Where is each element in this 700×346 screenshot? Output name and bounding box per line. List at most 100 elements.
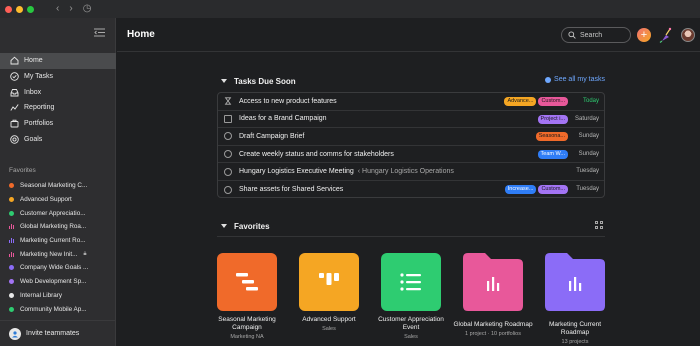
favorite-card[interactable]: Advanced Support Sales — [299, 253, 359, 332]
task-tags: Increase... Custom... — [504, 184, 568, 194]
minimize-window-button[interactable] — [16, 5, 23, 13]
project-tag[interactable]: Advance... — [504, 97, 537, 106]
favorite-card[interactable]: Global Marketing Roadmap 1 project · 10 … — [453, 253, 533, 337]
favorite-label: Web Development Sp... — [20, 278, 87, 286]
project-tile[interactable] — [299, 253, 359, 311]
avatar[interactable] — [681, 28, 695, 42]
favorite-item[interactable]: Seasonal Marketing C... — [0, 179, 116, 193]
section-title: Tasks Due Soon — [234, 76, 296, 86]
project-color-dot-icon — [9, 306, 14, 312]
sidebar-item-label: My Tasks — [24, 73, 54, 81]
see-all-tasks-link[interactable]: See all my tasks — [545, 76, 605, 83]
favorite-item[interactable]: Customer Appreciatio... — [0, 206, 116, 220]
favorite-item[interactable]: Company Wide Goals ... — [0, 261, 116, 275]
task-tags: Seasona... — [535, 132, 568, 142]
favorite-item[interactable]: Marketing New Init... 🔒︎ — [0, 247, 116, 261]
app-window: ‹ › ◷ Home My Tasks Inbox Reporting Port… — [0, 0, 700, 346]
card-subtitle: 1 project · 10 portfolios — [465, 331, 521, 337]
card-title: Customer Appreciation Event — [378, 316, 444, 331]
favorite-item[interactable]: Marketing Current Ro... — [0, 234, 116, 248]
due-date: Today — [582, 98, 599, 104]
task-name: Ideas for a Brand Campaign — [239, 115, 327, 123]
see-all-label: See all my tasks — [554, 76, 605, 83]
complete-checkbox-icon[interactable] — [224, 167, 232, 176]
favorite-label: Customer Appreciatio... — [20, 209, 86, 217]
complete-checkbox-icon[interactable] — [224, 132, 232, 141]
project-tag[interactable]: Seasona... — [535, 132, 568, 142]
home-icon — [9, 56, 19, 66]
task-row[interactable]: Draft Campaign Brief Seasona... Sunday — [218, 128, 604, 146]
task-name: Share assets for Shared Services — [239, 186, 344, 194]
favorite-item[interactable]: Global Marketing Roa... — [0, 220, 116, 234]
project-tag[interactable]: Project i... — [537, 114, 568, 124]
reporting-icon — [9, 103, 19, 113]
favorite-label: Global Marketing Roa... — [20, 223, 87, 231]
grid-view-icon[interactable] — [595, 221, 603, 229]
project-tile[interactable] — [217, 253, 277, 311]
complete-checkbox-icon[interactable] — [224, 150, 232, 159]
card-subtitle: Marketing NA — [230, 334, 264, 340]
due-date: Sunday — [578, 150, 599, 157]
collapse-sidebar-icon[interactable] — [94, 28, 105, 37]
sidebar-item-label: Inbox — [24, 88, 42, 96]
project-tag[interactable]: Custom... — [538, 184, 568, 194]
sidebar-item-my-tasks[interactable]: My Tasks — [0, 69, 116, 85]
maximize-window-button[interactable] — [27, 5, 34, 13]
info-icon — [545, 76, 552, 83]
favorite-item[interactable]: Web Development Sp... — [0, 275, 116, 289]
project-tag[interactable]: Team W... — [537, 149, 568, 159]
history-clock-icon[interactable]: ◷ — [83, 0, 92, 18]
favorite-label: Marketing New Init... — [20, 250, 78, 258]
sidebar-item-portfolios[interactable]: Portfolios — [0, 116, 116, 132]
check-circle-icon — [9, 72, 19, 82]
task-row[interactable]: Hungary Logistics Executive Meeting ‹ Hu… — [218, 163, 604, 181]
favorite-label: Company Wide Goals ... — [20, 264, 89, 272]
forward-arrow-icon[interactable]: › — [69, 0, 72, 18]
favorite-card[interactable]: Seasonal Marketing Campaign Marketing NA — [217, 253, 277, 340]
favorites-list: Seasonal Marketing C... Advanced Support… — [0, 179, 116, 316]
invite-teammates-button[interactable]: Invite teammates — [0, 320, 116, 346]
project-tag[interactable]: Custom... — [538, 97, 568, 106]
favorite-label: Advanced Support — [20, 196, 72, 204]
favorites-header: Favorites — [221, 219, 605, 233]
portfolio-bars-icon — [9, 224, 15, 230]
favorite-item[interactable]: Advanced Support — [0, 193, 116, 207]
title-bar: ‹ › ◷ — [0, 0, 700, 18]
task-row[interactable]: Share assets for Shared Services Increas… — [218, 181, 604, 199]
add-button[interactable]: + — [637, 28, 651, 42]
task-name: Draft Campaign Brief — [239, 132, 305, 140]
celebration-unicorn-icon[interactable] — [659, 27, 673, 43]
collapse-caret-icon[interactable] — [221, 79, 227, 83]
favorite-item[interactable]: Community Mobile Ap... — [0, 302, 116, 316]
sidebar-item-reporting[interactable]: Reporting — [0, 100, 116, 116]
task-row[interactable]: Create weekly status and comms for stake… — [218, 146, 604, 164]
task-row[interactable]: Access to new product features Advance..… — [218, 93, 604, 111]
search-input[interactable]: Search — [561, 27, 631, 43]
favorite-card[interactable]: Marketing Current Roadmap 13 projects — [545, 253, 605, 345]
inbox-icon — [9, 87, 19, 97]
favorite-item[interactable]: Internal Library — [0, 289, 116, 303]
task-tags: Project i... — [537, 114, 568, 124]
close-window-button[interactable] — [5, 5, 12, 13]
back-arrow-icon[interactable]: ‹ — [56, 0, 59, 18]
parent-project-link[interactable]: ‹ Hungary Logistics Operations — [358, 168, 454, 175]
sidebar-item-goals[interactable]: Goals — [0, 131, 116, 147]
project-tile[interactable] — [381, 253, 441, 311]
sidebar-item-home[interactable]: Home — [0, 53, 116, 69]
favorite-card[interactable]: Customer Appreciation Event Sales — [378, 253, 444, 340]
sidebar-item-inbox[interactable]: Inbox — [0, 84, 116, 100]
collapse-caret-icon[interactable] — [221, 224, 227, 228]
task-row[interactable]: Ideas for a Brand Campaign Project i... … — [218, 111, 604, 129]
page-title: Home — [127, 29, 155, 40]
portfolio-bars-icon — [9, 238, 15, 244]
favorites-heading: Favorites — [9, 167, 36, 174]
project-tag[interactable]: Increase... — [504, 184, 537, 194]
due-date: Tuesday — [576, 185, 599, 192]
portfolio-folder-icon[interactable] — [463, 253, 523, 311]
card-subtitle: Sales — [404, 334, 418, 340]
complete-checkbox-icon[interactable] — [224, 185, 232, 194]
task-name: Create weekly status and comms for stake… — [239, 150, 394, 158]
portfolio-folder-icon[interactable] — [545, 253, 605, 311]
project-color-dot-icon — [9, 197, 14, 203]
task-tags: Advance... Custom... — [504, 97, 568, 106]
